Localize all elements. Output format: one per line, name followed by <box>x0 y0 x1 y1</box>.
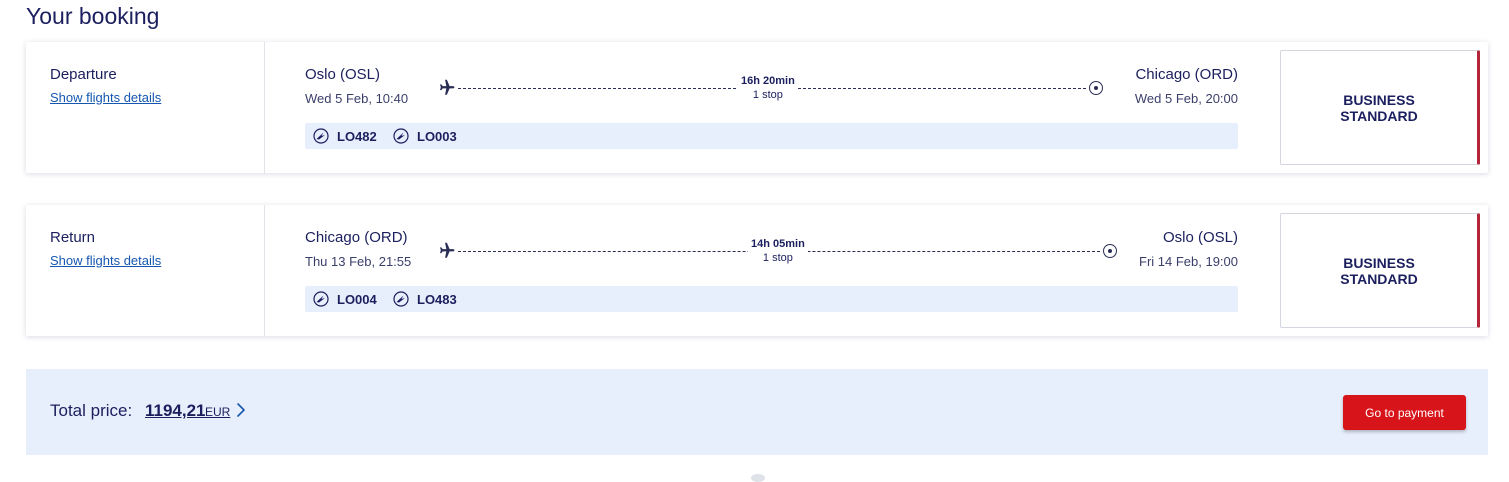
total-price-bar: Total price: 1194,21 EUR Go to payment <box>26 369 1488 455</box>
airline-crane-icon <box>393 128 409 144</box>
return-label: Return <box>50 229 96 246</box>
return-origin-city: Chicago (ORD) <box>305 229 408 246</box>
return-duration-time: 14h 05min <box>751 238 805 250</box>
flight-chip: LO482 <box>313 128 377 144</box>
departure-summary: Departure Show flights details <box>26 42 265 173</box>
return-destination-time: Fri 14 Feb, 19:00 <box>1139 254 1238 269</box>
flight-number: LO483 <box>417 291 457 307</box>
fare-line-2: STANDARD <box>1340 270 1418 287</box>
plane-icon <box>440 79 455 95</box>
scroll-indicator <box>751 474 765 482</box>
return-card: Return Show flights details Chicago (ORD… <box>26 205 1488 336</box>
return-show-details-link[interactable]: Show flights details <box>50 253 161 268</box>
departure-destination-city: Chicago (ORD) <box>1135 66 1238 83</box>
total-price-currency[interactable]: EUR <box>205 405 230 419</box>
return-summary: Return Show flights details <box>26 205 265 336</box>
departure-origin-city: Oslo (OSL) <box>305 66 381 83</box>
return-stops: 1 stop <box>762 252 793 264</box>
flight-chip: LO004 <box>313 291 377 307</box>
destination-target-icon <box>1089 81 1103 95</box>
return-origin-time: Thu 13 Feb, 21:55 <box>305 254 412 269</box>
departure-label: Departure <box>50 66 117 83</box>
go-to-payment-button[interactable]: Go to payment <box>1343 395 1466 430</box>
airline-crane-icon <box>313 128 329 144</box>
departure-origin-time: Wed 5 Feb, 10:40 <box>305 91 409 106</box>
departure-duration: 16h 20min 1 stop <box>738 74 798 102</box>
airline-crane-icon <box>313 291 329 307</box>
departure-flight-numbers: LO482 LO003 <box>305 123 1238 149</box>
fare-line-1: BUSINESS <box>1343 91 1415 108</box>
departure-fare-class[interactable]: BUSINESS STANDARD <box>1280 50 1480 165</box>
airline-crane-icon <box>393 291 409 307</box>
departure-stops: 1 stop <box>752 89 783 101</box>
fare-line-1: BUSINESS <box>1343 254 1415 271</box>
return-destination-city: Oslo (OSL) <box>1162 229 1238 246</box>
departure-duration-time: 16h 20min <box>741 75 795 87</box>
destination-target-icon <box>1103 244 1117 258</box>
departure-card: Departure Show flights details Oslo (OSL… <box>26 42 1488 173</box>
flight-number: LO004 <box>337 291 377 307</box>
flight-number: LO482 <box>337 128 377 144</box>
plane-icon <box>440 242 455 258</box>
departure-destination-time: Wed 5 Feb, 20:00 <box>1134 91 1238 106</box>
flight-chip: LO483 <box>393 291 457 307</box>
return-flight-numbers: LO004 LO483 <box>305 286 1238 312</box>
flight-number: LO003 <box>417 128 457 144</box>
total-price-label: Total price: <box>50 401 133 420</box>
chevron-right-icon[interactable] <box>234 402 248 418</box>
page-title: Your booking <box>26 3 160 29</box>
departure-show-details-link[interactable]: Show flights details <box>50 90 161 105</box>
total-price-amount[interactable]: 1194,21 <box>145 401 206 421</box>
return-duration: 14h 05min 1 stop <box>748 237 808 265</box>
return-fare-class[interactable]: BUSINESS STANDARD <box>1280 213 1480 328</box>
flight-chip: LO003 <box>393 128 457 144</box>
fare-line-2: STANDARD <box>1340 107 1418 124</box>
